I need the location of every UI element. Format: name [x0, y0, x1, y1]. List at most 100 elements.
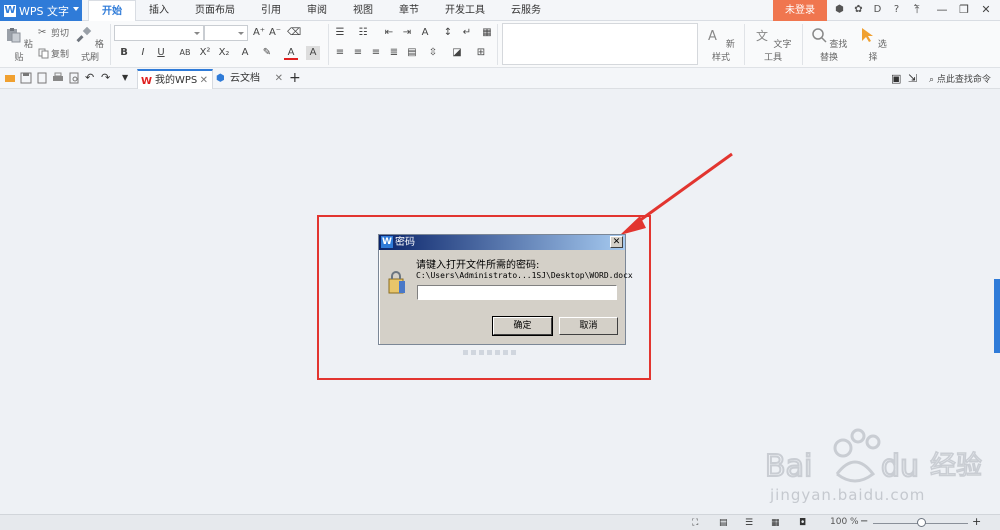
- clear-format-icon[interactable]: ⌫: [287, 26, 301, 40]
- web-view-icon[interactable]: ▦: [771, 518, 781, 528]
- tab-chapter[interactable]: 章节: [386, 0, 432, 21]
- select-button[interactable]: 选择: [856, 23, 890, 63]
- page-view-icon[interactable]: ▤: [719, 518, 729, 528]
- login-button[interactable]: 未登录: [773, 0, 827, 21]
- save-icon[interactable]: [20, 72, 32, 84]
- print-preview-icon[interactable]: [68, 72, 80, 84]
- outline-view-icon[interactable]: ☰: [745, 518, 755, 528]
- side-panel-handle[interactable]: [994, 279, 1000, 353]
- tab-insert[interactable]: 插入: [136, 0, 182, 21]
- help-icon[interactable]: ?: [890, 3, 903, 16]
- tab-references[interactable]: 引用: [248, 0, 294, 21]
- style-gallery[interactable]: [502, 23, 698, 65]
- find-replace-button[interactable]: 查找替换: [807, 23, 851, 63]
- italic-icon[interactable]: I: [136, 46, 150, 60]
- command-search[interactable]: ⌕ 点此查找命令: [929, 72, 991, 85]
- redo-icon[interactable]: ↷: [101, 72, 113, 84]
- numbered-list-icon[interactable]: ☷: [356, 26, 370, 40]
- zoom-slider-thumb[interactable]: [916, 518, 926, 527]
- zoom-out-icon[interactable]: −: [860, 517, 870, 528]
- align-left-icon[interactable]: ≡: [333, 46, 347, 60]
- minimize-icon[interactable]: —: [934, 2, 950, 18]
- tab-cloud-service[interactable]: 云服务: [498, 0, 554, 21]
- underline-icon[interactable]: U: [154, 46, 168, 60]
- show-marks-icon[interactable]: ↵: [460, 26, 474, 40]
- align-right-icon[interactable]: ≡: [369, 46, 383, 60]
- distribute-icon[interactable]: ▤: [405, 46, 419, 60]
- ok-button[interactable]: 确定: [492, 316, 553, 336]
- share-icon[interactable]: D: [871, 3, 884, 16]
- close-icon[interactable]: ✕: [978, 2, 994, 18]
- increase-indent-icon[interactable]: ⇥: [400, 26, 414, 40]
- search-icon: [811, 28, 827, 43]
- format-painter-button[interactable]: 格式刷: [74, 23, 106, 63]
- close-icon[interactable]: ✕: [275, 69, 283, 88]
- bold-icon[interactable]: B: [117, 46, 131, 60]
- app-menu-button[interactable]: W WPS 文字: [0, 0, 82, 21]
- pin-icon[interactable]: ⤒: [909, 2, 925, 18]
- doc-tab-cloud-docs[interactable]: ⬢ 云文档 ✕: [213, 69, 287, 89]
- print-icon[interactable]: [52, 72, 64, 84]
- tab-home[interactable]: 开始: [88, 0, 136, 22]
- close-icon[interactable]: ✕: [610, 236, 623, 248]
- bullet-list-icon[interactable]: ☰: [333, 26, 347, 40]
- paste-button[interactable]: 粘贴: [4, 23, 34, 63]
- tab-page-layout[interactable]: 页面布局: [182, 0, 248, 21]
- status-bar: ⛶ ▤ ☰ ▦ ◘ 100 % − +: [0, 514, 1000, 530]
- open-folder-icon[interactable]: [4, 72, 16, 84]
- superscript-icon[interactable]: X²: [198, 46, 212, 60]
- sort-icon[interactable]: ↕: [441, 26, 455, 40]
- justify-icon[interactable]: ≣: [387, 46, 401, 60]
- ribbon: 粘贴 ✂ 剪切 复制 格式刷 A⁺ A⁻ ⌫ B I U AB X² X₂ A …: [0, 21, 1000, 68]
- select-label: 选择: [868, 40, 887, 63]
- tab-developer[interactable]: 开发工具: [432, 0, 498, 21]
- shrink-font-icon[interactable]: A⁻: [268, 26, 282, 40]
- doc-tab-my-wps[interactable]: W 我的WPS ✕: [137, 69, 213, 89]
- wps-logo-icon: W: [381, 236, 393, 248]
- skin-icon[interactable]: ⬢: [833, 3, 846, 16]
- borders-icon[interactable]: ⊞: [474, 46, 488, 60]
- grow-font-icon[interactable]: A⁺: [252, 26, 266, 40]
- font-color-icon[interactable]: A: [284, 46, 298, 60]
- char-shading-icon[interactable]: A: [306, 46, 320, 60]
- highlight-icon[interactable]: ✎: [260, 46, 274, 60]
- settings-icon[interactable]: ✿: [852, 3, 865, 16]
- line-spacing-icon[interactable]: ⇳: [426, 46, 440, 60]
- text-direction-icon[interactable]: A: [418, 26, 432, 40]
- copy-label: 复制: [51, 50, 70, 60]
- copy-button[interactable]: 复制: [38, 47, 69, 60]
- undo-icon[interactable]: ↶: [85, 72, 97, 84]
- strikethrough-icon[interactable]: AB: [175, 46, 195, 60]
- restore-icon[interactable]: ❐: [956, 2, 972, 18]
- eye-protection-icon[interactable]: ◘: [799, 518, 809, 528]
- new-tab-plus-icon[interactable]: +: [289, 71, 301, 85]
- new-style-button[interactable]: A 新样式: [703, 23, 739, 63]
- close-icon[interactable]: ✕: [200, 71, 208, 90]
- dialog-title-bar[interactable]: W 密码 ✕: [379, 235, 625, 250]
- table-grid-icon[interactable]: ▦: [480, 26, 494, 40]
- text-tools-button[interactable]: 文 文字工具: [751, 23, 795, 63]
- cut-button[interactable]: ✂ 剪切: [38, 26, 69, 39]
- feedback-icon[interactable]: ▣: [891, 72, 903, 85]
- font-size-select[interactable]: [204, 25, 248, 41]
- fullscreen-icon[interactable]: ⇲: [908, 72, 920, 85]
- zoom-in-icon[interactable]: +: [972, 516, 982, 528]
- tab-list-dropdown-icon[interactable]: ▼: [122, 72, 134, 84]
- command-search-label: 点此查找命令: [936, 75, 991, 85]
- loading-dots: [463, 350, 516, 355]
- paint-bucket-icon[interactable]: ◪: [450, 46, 464, 60]
- tab-review[interactable]: 审阅: [294, 0, 340, 21]
- export-icon[interactable]: [36, 72, 48, 84]
- decrease-indent-icon[interactable]: ⇤: [382, 26, 396, 40]
- align-center-icon[interactable]: ≡: [351, 46, 365, 60]
- menu-bar: W WPS 文字 开始 插入 页面布局 引用 审阅 视图 章节 开发工具 云服务…: [0, 0, 1000, 22]
- text-effect-icon[interactable]: A: [238, 46, 252, 60]
- focus-mode-icon[interactable]: ⛶: [692, 518, 702, 528]
- watermark-brand: Bai: [765, 449, 812, 484]
- password-input[interactable]: [417, 285, 617, 300]
- tab-view[interactable]: 视图: [340, 0, 386, 21]
- font-name-select[interactable]: [114, 25, 204, 41]
- subscript-icon[interactable]: X₂: [217, 46, 231, 60]
- find-replace-label: 查找替换: [819, 40, 848, 63]
- cancel-button[interactable]: 取消: [559, 317, 618, 335]
